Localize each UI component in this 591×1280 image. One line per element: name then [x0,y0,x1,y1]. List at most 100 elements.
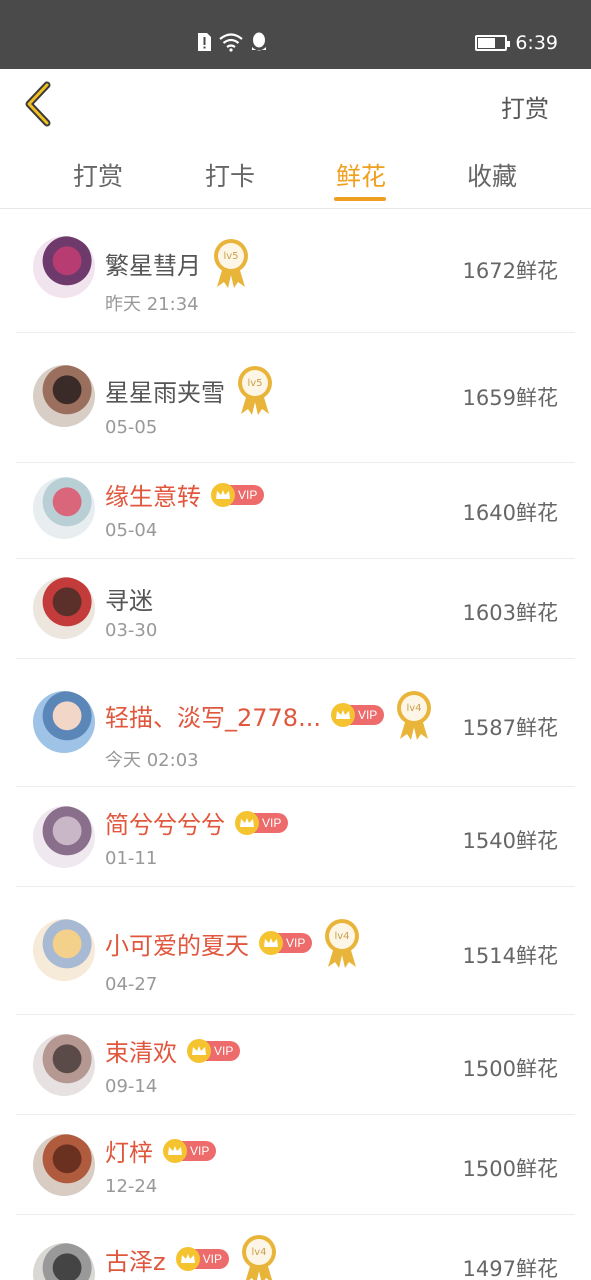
name-line: 小可爱的夏天 VIP lv4 [105,917,362,969]
vip-badge: VIP [163,1138,217,1163]
vip-label: VIP [202,1252,222,1266]
user-name[interactable]: 轻描、淡写_2778... [105,698,321,733]
level-medal-icon: lv4 [397,691,432,740]
avatar[interactable] [33,477,95,539]
user-name[interactable]: 星星雨夹雪 [105,373,225,408]
timestamp: 昨天 21:34 [105,294,199,315]
avatar[interactable] [33,919,95,981]
user-name[interactable]: 灯梓 [105,1133,153,1168]
timestamp: 12-24 [105,1176,158,1197]
vip-badge: VIP [175,1247,229,1271]
timestamp: 05-05 [105,417,158,438]
level-label: lv4 [251,1247,266,1258]
status-bar: 6:39 [0,0,591,69]
level-medal-icon: lv4 [325,919,360,968]
avatar[interactable] [33,365,95,427]
avatar[interactable] [33,1134,95,1196]
avatar[interactable] [33,806,95,868]
flower-count: 1540鲜花 [462,829,558,853]
timestamp: 03-30 [105,620,158,641]
crown-icon [187,1038,211,1063]
vip-label: VIP [286,936,306,950]
crown-icon [175,1247,200,1271]
vip-badge: VIP [235,810,289,835]
timestamp: 04-27 [105,974,158,995]
list-item[interactable]: 简兮兮兮兮 VIP 01-11 1540鲜花 [16,787,575,887]
avatar[interactable] [33,236,95,298]
name-line: 简兮兮兮兮 VIP [105,805,289,840]
list-item[interactable]: 束清欢 VIP 09-14 1500鲜花 [16,1015,575,1115]
list-item[interactable]: 灯梓 VIP 12-24 1500鲜花 [16,1115,575,1215]
status-icons [196,32,268,52]
tab-bar: 打赏 打卡 鲜花 收藏 [0,139,591,209]
tab-reward[interactable]: 打赏 [48,157,148,193]
list-item[interactable]: 轻描、淡写_2778... VIP lv4 今天 02:03 1587鲜花 [16,659,575,787]
list-item[interactable]: 古泽z VIP lv4 1497鲜花 [16,1215,575,1280]
nav-bar: 打赏 [0,69,591,139]
timestamp: 09-14 [105,1076,158,1097]
tab-checkin[interactable]: 打卡 [180,157,280,193]
user-name[interactable]: 繁星彗月 [105,246,201,281]
user-name[interactable]: 小可爱的夏天 [105,926,249,961]
name-line: 古泽z VIP lv4 [105,1233,279,1280]
vip-badge: VIP [211,482,265,507]
name-line: 束清欢 VIP [105,1033,241,1068]
wifi-icon [219,33,243,52]
avatar[interactable] [33,577,95,639]
vip-label: VIP [357,708,378,722]
name-line: 缘生意转 VIP [105,477,265,512]
status-right: 6:39 [475,32,558,54]
name-line: 灯梓 VIP [105,1133,217,1168]
crown-icon [235,810,259,835]
flower-count: 1497鲜花 [462,1257,558,1280]
flower-count: 1587鲜花 [462,716,558,740]
list-item[interactable]: 缘生意转 VIP 05-04 1640鲜花 [16,459,575,559]
reward-button[interactable]: 打赏 [501,89,549,124]
crown-icon [211,482,235,507]
flower-count: 1500鲜花 [462,1057,558,1081]
avatar[interactable] [33,1243,95,1280]
vip-label: VIP [214,1043,234,1058]
flower-count: 1514鲜花 [462,944,558,968]
user-name[interactable]: 缘生意转 [105,477,201,512]
timestamp: 01-11 [105,848,158,869]
vip-badge: VIP [187,1038,241,1063]
name-line: 寻迷 [105,581,153,616]
back-button[interactable] [20,81,60,127]
avatar[interactable] [33,691,95,753]
vip-label: VIP [262,815,282,830]
qq-icon [252,32,266,51]
name-line: 星星雨夹雪 lv5 [105,364,275,416]
list-item[interactable]: 寻迷 03-30 1603鲜花 [16,559,575,659]
crown-icon [330,703,355,727]
status-time: 6:39 [515,32,558,54]
timestamp: 今天 02:03 [105,750,199,771]
user-name[interactable]: 简兮兮兮兮 [105,805,225,840]
name-line: 繁星彗月 lv5 [105,237,251,289]
timestamp: 05-04 [105,520,158,541]
flower-count: 1659鲜花 [462,386,558,410]
chevron-left-icon [25,81,51,127]
flower-count: 1500鲜花 [462,1157,558,1181]
list-item[interactable]: 小可爱的夏天 VIP lv4 04-27 1514鲜花 [16,887,575,1015]
list-item[interactable]: 繁星彗月 lv5 昨天 21:34 1672鲜花 [16,209,575,333]
flower-count: 1672鲜花 [462,259,558,283]
user-name[interactable]: 束清欢 [105,1033,177,1068]
flower-count: 1640鲜花 [462,501,558,525]
level-label: lv4 [335,931,350,942]
name-line: 轻描、淡写_2778... VIP lv4 [105,689,434,741]
battery-icon [475,35,511,51]
user-name[interactable]: 寻迷 [105,581,153,616]
user-name[interactable]: 古泽z [105,1242,166,1277]
level-medal-icon: lv5 [214,239,248,288]
tab-favorites[interactable]: 收藏 [442,157,542,193]
list-item[interactable]: 星星雨夹雪 lv5 05-05 1659鲜花 [16,336,575,463]
level-label: lv5 [247,378,262,389]
level-label: lv5 [223,251,238,262]
sim-alert-icon [198,33,211,51]
avatar[interactable] [33,1034,95,1096]
vip-label: VIP [190,1143,210,1158]
vip-label: VIP [238,487,258,502]
level-medal-icon: lv4 [241,1235,276,1280]
tab-flowers[interactable]: 鲜花 [311,157,411,193]
